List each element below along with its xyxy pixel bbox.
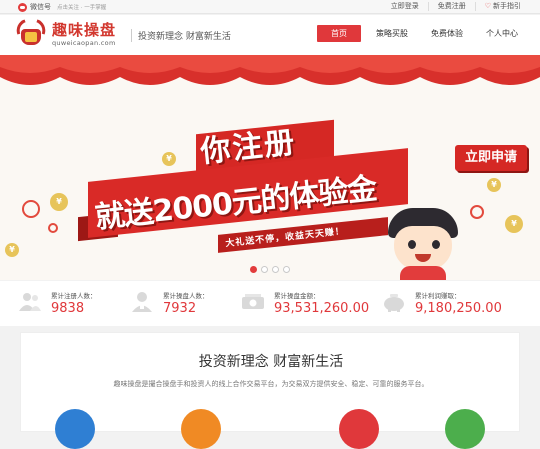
stat-label: 累计注册人数：: [51, 292, 97, 300]
site-logo[interactable]: 趣味操盘 quweicaopan.com: [13, 19, 117, 49]
refresh-feature-icon[interactable]: [181, 409, 221, 449]
coin-icon: ¥: [162, 152, 176, 166]
guide-link[interactable]: ♡ 新手指引: [474, 2, 530, 11]
coin-icon: ¥: [50, 193, 68, 211]
wechat-follow[interactable]: 微信号 点击关注 · 一手掌握: [18, 2, 106, 12]
apply-now-button[interactable]: 立即申请: [455, 145, 527, 171]
brand-domain: quweicaopan.com: [52, 38, 116, 47]
promo-banner[interactable]: ¥ ¥ ¥ ¥ ¥ 你注册 就送2000元的体验金 大礼送不停，收益天天赚！ 立…: [0, 55, 540, 280]
piggy-bank-icon: [384, 294, 404, 312]
nav-free-trial[interactable]: 免费体验: [423, 25, 471, 42]
brand-name: 趣味操盘: [52, 20, 117, 39]
coin-icon: ¥: [5, 243, 19, 257]
stat-value: 9,180,250.00: [415, 301, 502, 316]
heart-icon: ♡: [484, 2, 491, 10]
users-icon: [19, 293, 41, 311]
coin-icon: ¥: [487, 178, 501, 192]
nav-home[interactable]: 首页: [317, 25, 361, 42]
yen-feature-icon[interactable]: [339, 409, 379, 449]
nav-user-center[interactable]: 个人中心: [478, 25, 526, 42]
wechat-hint: 点击关注 · 一手掌握: [57, 5, 107, 11]
section-description: 趣味操盘是撮合操盘手和投资人的线上合作交易平台，为交易双方提供安全、稳定、可靠的…: [113, 380, 429, 388]
stat-value: 93,531,260.00: [274, 301, 370, 316]
register-link[interactable]: 免费注册: [427, 2, 475, 11]
carousel-dots: [250, 266, 290, 273]
stat-label: 累计利润赚取：: [415, 292, 461, 300]
carousel-dot[interactable]: [283, 266, 290, 273]
stat-label: 累计操盘金额：: [274, 292, 320, 300]
stat-value: 9838: [51, 301, 85, 316]
carousel-dot[interactable]: [250, 266, 257, 273]
top-utility-bar: 微信号 点击关注 · 一手掌握 立即登录 免费注册 ♡ 新手指引: [0, 0, 540, 14]
growth-feature-icon[interactable]: [445, 409, 485, 449]
trader-icon: [132, 292, 152, 312]
nav-strategy[interactable]: 策略买股: [368, 25, 416, 42]
coin-icon: ¥: [505, 215, 523, 233]
account-links: 立即登录 免费注册 ♡ 新手指引: [382, 2, 530, 11]
guide-label: 新手指引: [493, 2, 521, 10]
intro-section: 投资新理念 财富新生活 趣味操盘是撮合操盘手和投资人的线上合作交易平台，为交易双…: [20, 332, 520, 449]
bull-logo-icon: [13, 19, 49, 49]
cash-icon: [242, 294, 264, 309]
carousel-dot[interactable]: [272, 266, 279, 273]
login-link[interactable]: 立即登录: [382, 2, 428, 11]
main-nav: 首页 策略买股 免费体验 个人中心: [310, 25, 526, 42]
stat-label: 累计操盘人数：: [163, 292, 209, 300]
site-header: 趣味操盘 quweicaopan.com 投资新理念 财富新生活 首页 策略买股…: [0, 15, 540, 55]
decor-bubble: [48, 223, 58, 233]
wechat-label: 微信号: [30, 3, 51, 11]
platform-stats: 累计注册人数： 9838 累计操盘人数： 7932 累计操盘金额： 93,531…: [0, 281, 540, 326]
section-title: 投资新理念 财富新生活: [198, 354, 344, 370]
red-drape: [0, 55, 540, 85]
stat-value: 7932: [163, 301, 197, 316]
header-slogan: 投资新理念 财富新生活: [131, 29, 231, 42]
carousel-dot[interactable]: [261, 266, 268, 273]
mascot-boy: [382, 208, 464, 280]
wechat-icon: [18, 2, 27, 12]
decor-bubble: [22, 200, 40, 218]
decor-bubble: [470, 205, 484, 219]
shield-feature-icon[interactable]: [55, 409, 95, 449]
